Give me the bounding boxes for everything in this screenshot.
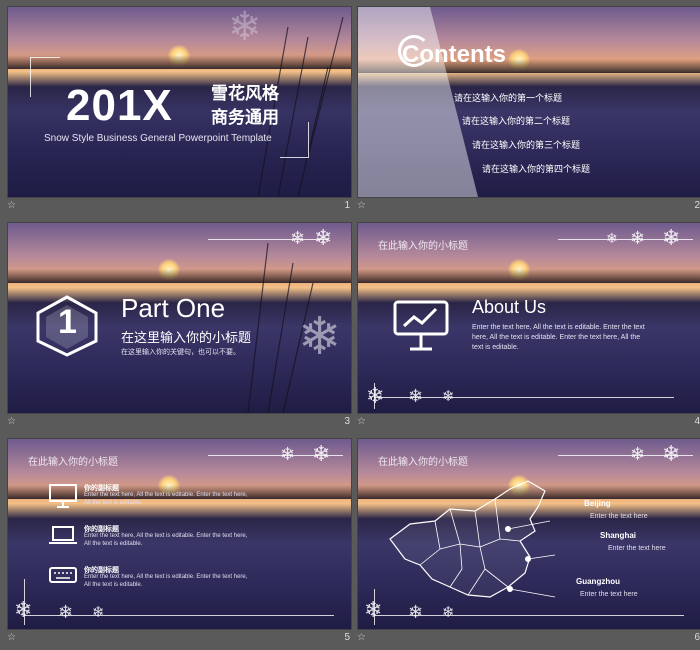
cover-title-cn-line2: 商务通用 xyxy=(211,108,279,127)
slide-number: 1 xyxy=(344,200,350,211)
snowflake-icon: ❄ xyxy=(364,597,383,622)
row-body-line1: Enter the text here, All the text is edi… xyxy=(84,574,248,580)
row-body-line1: Enter the text here, All the text is edi… xyxy=(84,492,248,498)
section-title: 在此输入你的小标题 xyxy=(378,241,468,252)
slide-number: 3 xyxy=(344,416,350,427)
snowflake-icon: ❄ xyxy=(662,225,681,250)
slide-5-canvas: 在此输入你的小标题 ❄ ❄ 你的副标题 Enter the text here,… xyxy=(7,438,352,630)
cover-subtitle: Snow Style Business General Powerpoint T… xyxy=(44,133,272,144)
slide-6-canvas: 在此输入你的小标题 ❄ ❄ Beijing Enter the text her… xyxy=(357,438,700,630)
slide-number: 4 xyxy=(694,416,700,427)
slide-number: 6 xyxy=(694,632,700,643)
about-title: About Us xyxy=(472,297,547,317)
frame-line xyxy=(308,122,309,157)
cover-title-cn-line1: 雪花风格 xyxy=(211,84,279,103)
snowflake-icon: ❄ xyxy=(92,604,105,621)
contents-item-4: 请在这输入你的第四个标题 xyxy=(482,164,591,174)
contents-item-1: 请在这输入你的第一个标题 xyxy=(454,93,563,103)
frame-line xyxy=(280,157,309,158)
snowflake-icon: ❄ xyxy=(366,383,385,408)
section-title: 在此输入你的小标题 xyxy=(378,457,468,468)
laptop-icon xyxy=(49,526,77,544)
snowflake-icon: ❄ xyxy=(14,597,33,622)
snowflake-icon: ❄ xyxy=(630,228,646,248)
section-title: 在此输入你的小标题 xyxy=(28,457,118,468)
snowflake-icon: ❄ xyxy=(58,602,74,622)
snowflake-icon: ❄ xyxy=(630,444,646,464)
about-body: Enter the text here, All the text is edi… xyxy=(472,324,645,351)
row-body-line2: All the text is editable. xyxy=(84,582,143,588)
slide-thumbnail-5[interactable]: 在此输入你的小标题 ❄ ❄ 你的副标题 Enter the text here,… xyxy=(7,438,352,650)
contents-title: Contents xyxy=(402,41,506,68)
snowflake-icon: ❄ xyxy=(312,441,331,466)
slide-thumbnail-1[interactable]: ❄ 201X 雪花风格 商务通用 Snow Style Business Gen… xyxy=(7,6,352,218)
slide-3-canvas: ❄ ❄ ❄ 1 Part One 在这里输入你的小标题 在这里输入你的关键句，也… xyxy=(7,222,352,414)
star-icon[interactable]: ☆ xyxy=(7,416,16,427)
city-name: Beijing xyxy=(584,499,611,508)
slide-thumbnail-2[interactable]: Contents 请在这输入你的第一个标题 请在这输入你的第二个标题 请在这输入… xyxy=(357,6,700,218)
contents-item-2: 请在这输入你的第二个标题 xyxy=(462,116,571,126)
row-body-line1: Enter the text here, All the text is edi… xyxy=(84,533,248,539)
slide-number: 2 xyxy=(694,200,700,211)
slide-1-canvas: ❄ 201X 雪花风格 商务通用 Snow Style Business Gen… xyxy=(7,6,352,198)
cover-title-year: 201X xyxy=(66,81,173,130)
star-icon[interactable]: ☆ xyxy=(7,200,16,211)
snowflake-icon: ❄ xyxy=(408,602,424,622)
monitor-icon xyxy=(49,484,77,508)
star-icon[interactable]: ☆ xyxy=(357,416,366,427)
treeline xyxy=(358,269,700,283)
frame-line xyxy=(30,57,60,58)
slide-thumbnail-6[interactable]: 在此输入你的小标题 ❄ ❄ Beijing Enter the text her… xyxy=(357,438,700,650)
presentation-chart-icon xyxy=(393,300,449,351)
city-note: Enter the text here xyxy=(580,591,638,598)
frame-line xyxy=(208,239,328,240)
row-body-line2: All the text is editable. xyxy=(84,541,143,547)
part-title: Part One xyxy=(121,293,226,323)
china-map-icon xyxy=(389,480,556,598)
snowflake-icon: ❄ xyxy=(442,388,455,405)
snowflake-icon: ❄ xyxy=(280,444,296,464)
slide-thumbnail-4[interactable]: 在此输入你的小标题 ❄ ❄ ❄ About Us Enter the text … xyxy=(357,222,700,434)
part-keywords: 在这里输入你的关键句，也可以不要。 xyxy=(121,349,240,356)
snowflake-icon: ❄ xyxy=(228,6,262,49)
part-badge-number: 1 xyxy=(58,303,77,341)
slide-2-canvas: Contents 请在这输入你的第一个标题 请在这输入你的第二个标题 请在这输入… xyxy=(357,6,700,198)
slide-4-canvas: 在此输入你的小标题 ❄ ❄ ❄ About Us Enter the text … xyxy=(357,222,700,414)
row-body-line2: All the text is editable. xyxy=(84,500,143,506)
snowflake-icon: ❄ xyxy=(408,386,424,406)
slide-number: 5 xyxy=(344,632,350,643)
city-name: Shanghai xyxy=(600,531,637,540)
keyboard-icon xyxy=(49,567,77,583)
contents-item-3: 请在这输入你的第三个标题 xyxy=(472,140,581,150)
star-icon[interactable]: ☆ xyxy=(357,632,366,643)
star-icon[interactable]: ☆ xyxy=(7,632,16,643)
snowflake-icon: ❄ xyxy=(298,308,342,366)
city-note: Enter the text here xyxy=(590,513,648,520)
frame-line xyxy=(30,57,31,97)
snowflake-icon: ❄ xyxy=(662,441,681,466)
part-subtitle: 在这里输入你的小标题 xyxy=(121,330,252,345)
snowflake-icon: ❄ xyxy=(606,230,618,246)
snowflake-icon: ❄ xyxy=(442,604,455,621)
snowflake-icon: ❄ xyxy=(290,228,306,248)
city-note: Enter the text here xyxy=(608,545,666,552)
snowflake-icon: ❄ xyxy=(314,225,333,250)
city-name: Guangzhou xyxy=(576,577,620,586)
slide-thumbnail-3[interactable]: ❄ ❄ ❄ 1 Part One 在这里输入你的小标题 在这里输入你的关键句，也… xyxy=(7,222,352,434)
star-icon[interactable]: ☆ xyxy=(357,200,366,211)
